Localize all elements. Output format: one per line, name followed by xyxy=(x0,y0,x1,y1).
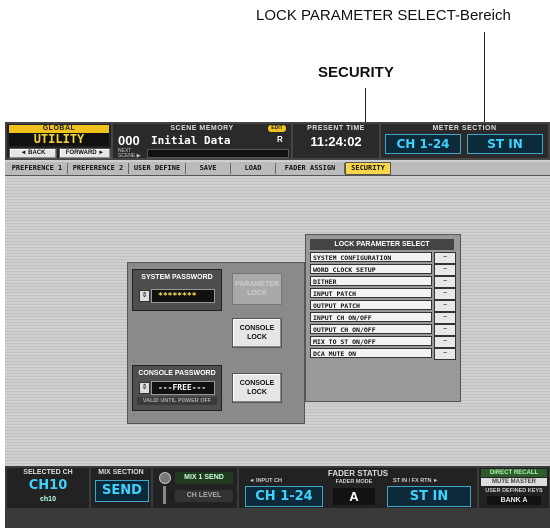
direct-recall-label[interactable]: DIRECT RECALL xyxy=(481,469,547,477)
mute-master-label[interactable]: MUTE MASTER xyxy=(481,478,547,486)
fader-icon xyxy=(163,486,166,504)
user-keys-panel: DIRECT RECALL MUTE MASTER USER DEFINED K… xyxy=(479,468,549,508)
scene-number: 000 xyxy=(118,133,140,148)
ch-level-label: CH LEVEL xyxy=(175,490,233,502)
lock-item-dca-mute-on: DCA MUTE ON xyxy=(310,348,432,358)
console-password-value: ---FREE--- xyxy=(158,383,207,392)
next-scene-field[interactable] xyxy=(147,149,289,158)
st-in-fx-rtn-label: ST IN / FX RTN ► xyxy=(393,478,439,484)
lock-parameter-select-callout: LOCK PARAMETER SELECT-Bereich xyxy=(256,7,511,24)
bank-value[interactable]: BANK A xyxy=(487,496,541,505)
lock-toggle-word-clock-setup[interactable]: − xyxy=(434,264,456,276)
present-time-panel: PRESENT TIME 11:24:02 xyxy=(293,124,379,158)
lock-parameter-select-title: LOCK PARAMETER SELECT xyxy=(310,239,454,250)
function-panel: GLOBAL UTILITY ◄ BACK FORWARD ► xyxy=(7,124,111,159)
lock-toggle-mix-to-st-onoff[interactable]: − xyxy=(434,336,456,348)
meter-stereo-button[interactable]: ST IN xyxy=(467,134,543,154)
lock-item-word-clock-setup: WORD CLOCK SETUP xyxy=(310,264,432,274)
present-time: 11:24:02 xyxy=(310,134,362,149)
tab-preference-1[interactable]: PREFERENCE 1 xyxy=(7,163,68,174)
lock-toggle-input-patch[interactable]: − xyxy=(434,288,456,300)
console-lock-button[interactable]: CONSOLE LOCK xyxy=(232,318,282,348)
user-defined-keys-label: USER DEFINED KEYS xyxy=(485,488,543,494)
security-callout: SECURITY xyxy=(318,64,394,81)
system-password-box: SYSTEM PASSWORD ⇕ ******** xyxy=(132,269,222,311)
selected-ch-label: SELECTED CH xyxy=(23,469,73,476)
back-button[interactable]: ◄ BACK xyxy=(9,148,57,159)
lock-item-output-patch: OUTPUT PATCH xyxy=(310,300,432,310)
scene-memory-label: SCENE MEMORY xyxy=(170,125,234,132)
lock-item-input-ch-onoff: INPUT CH ON/OFF xyxy=(310,312,432,322)
bottom-status-bar: SELECTED CH CH10 ch10 MIX SECTION SEND M… xyxy=(5,466,550,528)
lock-toggle-input-ch-onoff[interactable]: − xyxy=(434,312,456,324)
input-ch-label: ◄ INPUT CH xyxy=(249,478,282,484)
system-password-value: ******** xyxy=(158,291,197,300)
tab-fader-assign[interactable]: FADER ASSIGN xyxy=(276,163,345,174)
selected-ch-value: CH10 xyxy=(28,478,68,493)
fader-mode-value[interactable]: A xyxy=(333,488,375,505)
lock-item-system-configuration: SYSTEM CONFIGURATION xyxy=(310,252,432,262)
valid-until-label: VALID UNTIL POWER OFF xyxy=(137,397,217,405)
system-password-label: SYSTEM PASSWORD xyxy=(141,274,213,281)
scene-title[interactable]: Initial Data xyxy=(151,134,230,147)
input-ch-button[interactable]: CH 1-24 xyxy=(245,486,323,507)
mix-section-panel: MIX SECTION SEND xyxy=(91,468,151,508)
tab-bar: PREFERENCE 1 PREFERENCE 2 USER DEFINE SA… xyxy=(5,162,550,176)
tab-security[interactable]: SECURITY xyxy=(345,162,391,175)
console-password-label: CONSOLE PASSWORD xyxy=(138,370,216,377)
scene-memory-panel: SCENE MEMORY EDIT 000 Initial Data R NEX… xyxy=(113,124,291,159)
selected-ch-panel: SELECTED CH CH10 ch10 xyxy=(7,468,89,508)
lock-toggle-output-patch[interactable]: − xyxy=(434,300,456,312)
st-in-button[interactable]: ST IN xyxy=(387,486,471,507)
present-time-label: PRESENT TIME xyxy=(307,125,365,132)
fader-mode-label: FADER MODE xyxy=(335,479,373,485)
console-screen: GLOBAL UTILITY ◄ BACK FORWARD ► SCENE ME… xyxy=(5,122,550,528)
system-password-field[interactable]: ******** xyxy=(151,289,215,303)
lock-item-dither: DITHER xyxy=(310,276,432,286)
knob-icon xyxy=(159,472,171,484)
meter-channel-button[interactable]: CH 1-24 xyxy=(385,134,461,154)
forward-button[interactable]: FORWARD ► xyxy=(59,148,111,159)
lock-toggle-dca-mute-on[interactable]: − xyxy=(434,348,456,360)
mix-send-panel: MIX 1 SEND CH LEVEL xyxy=(153,468,237,508)
meter-section-label: METER SECTION xyxy=(432,125,497,132)
tab-preference-2[interactable]: PREFERENCE 2 xyxy=(68,163,129,174)
lock-parameter-select-panel: LOCK PARAMETER SELECT SYSTEM CONFIGURATI… xyxy=(305,234,461,402)
console-password-box: CONSOLE PASSWORD ⇕ ---FREE--- VALID UNTI… xyxy=(132,365,222,411)
lock-item-mix-to-st-onoff: MIX TO ST ON/OFF xyxy=(310,336,432,346)
meter-section-panel: METER SECTION CH 1-24 ST IN xyxy=(381,124,548,158)
console-lock-button-2[interactable]: CONSOLE LOCK xyxy=(232,373,282,403)
selected-ch-name: ch10 xyxy=(40,496,56,503)
lock-item-input-patch: INPUT PATCH xyxy=(310,288,432,298)
fader-status-label: FADER STATUS xyxy=(327,469,389,478)
system-password-stepper[interactable]: ⇕ xyxy=(139,290,150,302)
lock-item-output-ch-onoff: OUTPUT CH ON/OFF xyxy=(310,324,432,334)
lock-toggle-dither[interactable]: − xyxy=(434,276,456,288)
lock-toggle-output-ch-onoff[interactable]: − xyxy=(434,324,456,336)
fader-status-panel: FADER STATUS ◄ INPUT CH CH 1-24 FADER MO… xyxy=(239,468,477,508)
security-page: SYSTEM PASSWORD ⇕ ******** PARAMETER LOC… xyxy=(5,176,550,464)
tab-save[interactable]: SAVE xyxy=(186,163,231,174)
function-name: UTILITY xyxy=(9,133,109,146)
next-scene-label: NEXT SCENE ▶ xyxy=(118,148,141,159)
tab-user-define[interactable]: USER DEFINE xyxy=(129,163,186,174)
mix-section-label: MIX SECTION xyxy=(98,469,144,476)
console-password-stepper[interactable]: ⇕ xyxy=(139,382,150,394)
scene-flag: R xyxy=(277,135,283,144)
mix-section-value[interactable]: SEND xyxy=(95,480,149,502)
parameter-lock-button[interactable]: PARAMETER LOCK xyxy=(232,273,282,305)
console-password-field[interactable]: ---FREE--- xyxy=(151,381,215,395)
top-status-bar: GLOBAL UTILITY ◄ BACK FORWARD ► SCENE ME… xyxy=(5,122,550,160)
lock-toggle-system-configuration[interactable]: − xyxy=(434,252,456,264)
tab-load[interactable]: LOAD xyxy=(231,163,276,174)
mix-send-label: MIX 1 SEND xyxy=(175,472,233,484)
edit-badge: EDIT xyxy=(268,125,286,132)
password-panel: SYSTEM PASSWORD ⇕ ******** PARAMETER LOC… xyxy=(127,262,305,424)
